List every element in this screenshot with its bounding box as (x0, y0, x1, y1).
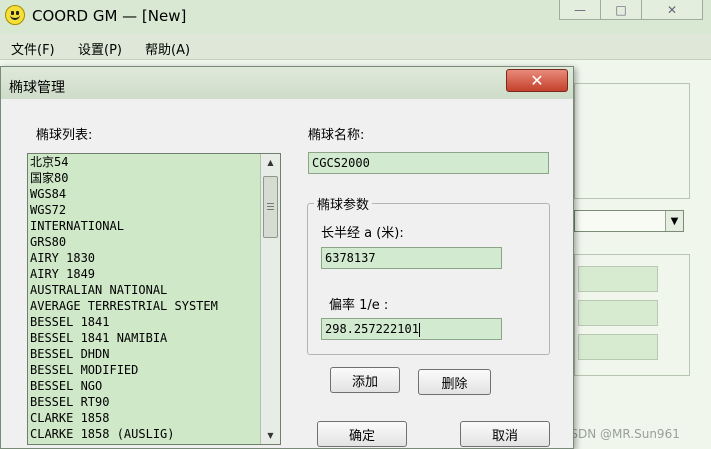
dialog-title-bar: 椭球管理 ✕ (1, 67, 573, 99)
semimajor-label: 长半经 a (米): (321, 226, 404, 241)
maximize-icon: □ (615, 2, 627, 17)
window-title: COORD GM — [New] (32, 7, 187, 25)
list-scrollbar[interactable]: ▲ ▼ (260, 154, 280, 444)
list-item[interactable]: GRS80 (30, 234, 218, 250)
menubar: 文件(F) 设置(P) 帮助(A) (0, 34, 711, 60)
semimajor-field[interactable]: 6378137 (321, 247, 502, 269)
menu-file[interactable]: 文件(F) (11, 39, 55, 58)
watermark: CSDN @MR.Sun961 (562, 427, 680, 441)
delete-button[interactable]: 删除 (418, 369, 491, 395)
background-field[interactable] (578, 300, 658, 326)
background-field[interactable] (578, 334, 658, 360)
smiley-app-icon (5, 5, 25, 25)
list-item[interactable]: WGS84 (30, 186, 218, 202)
minimize-button[interactable]: — (559, 0, 601, 20)
close-icon: ✕ (666, 2, 678, 17)
menu-help[interactable]: 帮助(A) (145, 39, 190, 58)
list-item[interactable]: BESSEL MODIFIED (30, 362, 218, 378)
menu-settings[interactable]: 设置(P) (78, 39, 122, 58)
scroll-down-icon[interactable]: ▼ (261, 427, 280, 444)
background-field[interactable] (578, 266, 658, 292)
list-item[interactable]: CLARKE 1858 (30, 410, 218, 426)
list-label: 椭球列表: (36, 128, 93, 143)
name-label: 椭球名称: (308, 128, 365, 143)
list-item[interactable]: AUSTRALIAN NATIONAL (30, 282, 218, 298)
name-field[interactable]: CGCS2000 (308, 152, 549, 174)
dialog-title: 椭球管理 (9, 80, 65, 96)
scroll-thumb[interactable] (263, 176, 278, 238)
flattening-field[interactable]: 298.257222101 (321, 318, 502, 340)
list-item[interactable]: WGS72 (30, 202, 218, 218)
list-item[interactable]: BESSEL 1841 (30, 314, 218, 330)
cancel-button[interactable]: 取消 (460, 421, 550, 447)
list-item[interactable]: CLARKE 1858 (AUSLIG) (30, 426, 218, 442)
ellipsoid-list[interactable]: 北京54 国家80 WGS84 WGS72 INTERNATIONAL GRS80 AIRY… (27, 153, 281, 445)
params-group-title: 椭球参数 (314, 194, 373, 213)
list-item[interactable]: BESSEL RT90 (30, 394, 218, 410)
flattening-label: 偏率 1/e : (329, 298, 389, 313)
list-item[interactable]: 国家80 (30, 170, 218, 186)
maximize-button[interactable]: □ (600, 0, 642, 20)
list-item[interactable]: BESSEL DHDN (30, 346, 218, 362)
list-item[interactable]: AIRY 1830 (30, 250, 218, 266)
flattening-value: 298.257222101 (325, 322, 419, 336)
background-frame (574, 83, 690, 199)
scroll-up-icon[interactable]: ▲ (261, 154, 280, 171)
chevron-down-icon[interactable]: ▼ (665, 211, 683, 231)
list-item[interactable]: INTERNATIONAL (30, 218, 218, 234)
close-icon: ✕ (530, 71, 544, 90)
ok-button[interactable]: 确定 (317, 421, 407, 447)
main-title-bar: COORD GM — [New] — □ ✕ (0, 0, 711, 34)
list-item[interactable]: BESSEL NGO (30, 378, 218, 394)
minimize-icon: — (574, 2, 586, 17)
list-item[interactable]: AIRY 1849 (30, 266, 218, 282)
text-caret (418, 322, 420, 337)
close-button[interactable]: ✕ (641, 0, 703, 20)
add-button[interactable]: 添加 (330, 367, 400, 393)
list-item[interactable]: AVERAGE TERRESTRIAL SYSTEM (30, 298, 218, 314)
list-item[interactable]: 北京54 (30, 154, 218, 170)
dialog-close-button[interactable]: ✕ (506, 69, 568, 92)
ellipsoid-dialog: 椭球管理 ✕ 椭球列表: 北京54 国家80 WGS84 WGS72 INTERNATI… (0, 66, 574, 449)
background-combo[interactable]: ▼ (574, 210, 684, 232)
list-item[interactable]: BESSEL 1841 NAMIBIA (30, 330, 218, 346)
